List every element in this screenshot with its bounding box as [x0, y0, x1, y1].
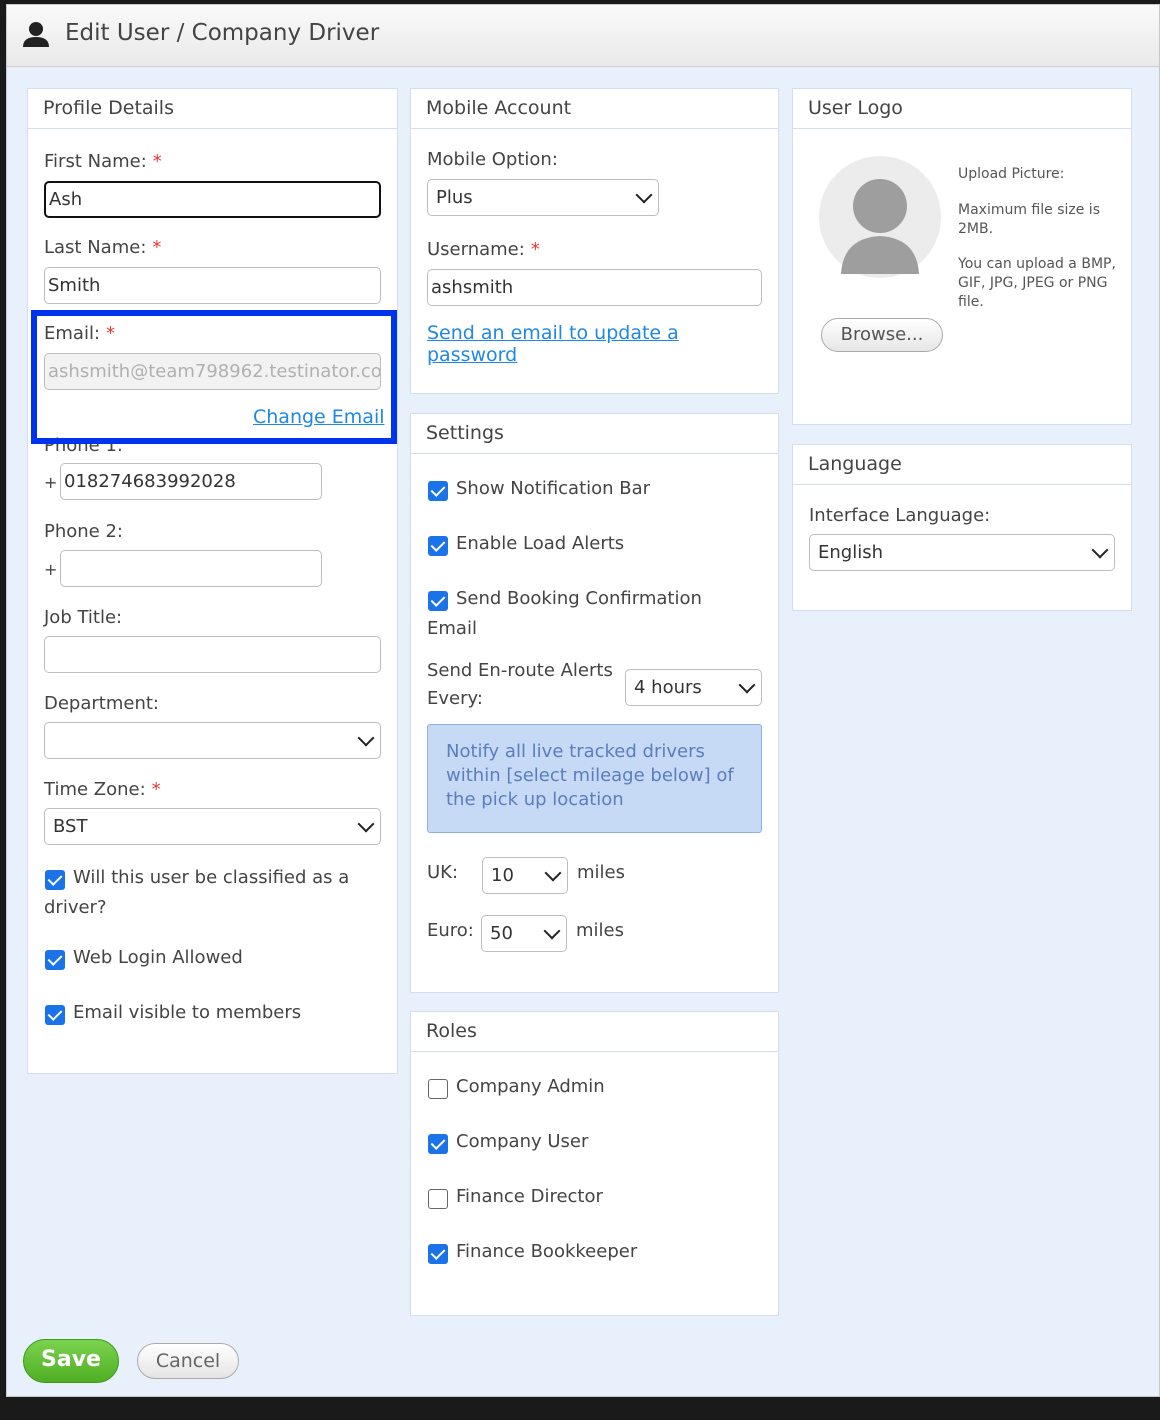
chevron-down-icon	[1091, 541, 1109, 559]
profile-details-heading: Profile Details	[28, 89, 397, 129]
uk-label: UK:	[427, 862, 459, 883]
euro-miles-select[interactable]: 50	[481, 915, 567, 952]
password-reset-link[interactable]: Send an email to update a password	[427, 322, 679, 366]
company-admin-label: Company Admin	[456, 1076, 605, 1097]
username-input[interactable]: ashsmith	[427, 269, 762, 306]
chevron-down-icon	[738, 676, 756, 694]
booking-confirmation-label-cont: Email	[427, 618, 477, 639]
finance-bookkeeper-label: Finance Bookkeeper	[456, 1241, 638, 1262]
roles-panel: Roles Company Admin Company User Finance…	[410, 1011, 779, 1316]
interface-language-label: Interface Language:	[809, 505, 991, 526]
job-title-input[interactable]	[44, 636, 381, 673]
show-notification-checkbox[interactable]	[428, 481, 448, 501]
dialog-titlebar: Edit User / Company Driver	[7, 5, 1159, 67]
department-select[interactable]	[44, 722, 381, 759]
mobile-account-heading: Mobile Account	[411, 89, 778, 129]
web-login-checkbox[interactable]	[45, 950, 65, 970]
settings-panel: Settings Show Notification Bar Enable Lo…	[410, 413, 779, 993]
mobile-option-select[interactable]: Plus	[427, 179, 659, 216]
user-icon	[23, 22, 49, 47]
username-label: Username: *	[427, 239, 540, 260]
roles-heading: Roles	[411, 1012, 778, 1052]
first-name-input[interactable]: Ash	[44, 181, 381, 218]
profile-details-panel: Profile Details First Name: * Ash Last Na…	[27, 88, 398, 1074]
booking-confirmation-checkbox[interactable]	[428, 591, 448, 611]
upload-picture-label: Upload Picture:	[958, 166, 1065, 182]
avatar-placeholder-icon	[819, 156, 941, 278]
language-heading: Language	[793, 445, 1131, 485]
phone2-input[interactable]	[60, 550, 322, 587]
mobile-account-panel: Mobile Account Mobile Option: Plus Usern…	[410, 88, 779, 394]
timezone-label: Time Zone: *	[44, 779, 161, 800]
change-email-link[interactable]: Change Email	[253, 406, 385, 428]
show-notification-label: Show Notification Bar	[456, 478, 651, 499]
chevron-down-icon	[357, 729, 375, 747]
chevron-down-icon	[357, 815, 375, 833]
email-label: Email: *	[44, 323, 116, 344]
dialog-title: Edit User / Company Driver	[65, 20, 380, 46]
cancel-button[interactable]: Cancel	[137, 1343, 239, 1379]
allowed-formats-text: You can upload a BMP, GIF, JPG, JPEG or …	[958, 256, 1116, 310]
email-input: ashsmith@team798962.testinator.co	[44, 353, 381, 390]
department-label: Department:	[44, 693, 159, 714]
chevron-down-icon	[635, 186, 653, 204]
enroute-interval-select[interactable]: 4 hours	[625, 669, 762, 706]
web-login-label: Web Login Allowed	[73, 947, 243, 968]
browse-button[interactable]: Browse...	[821, 318, 943, 352]
euro-miles-unit: miles	[576, 920, 624, 941]
language-panel: Language Interface Language: English	[792, 444, 1132, 611]
phone1-label: Phone 1:	[44, 435, 123, 456]
edit-user-dialog: Edit User / Company Driver Profile Detai…	[6, 4, 1160, 1397]
phone1-input[interactable]: 018274683992028	[60, 463, 322, 500]
enable-load-alerts-checkbox[interactable]	[428, 536, 448, 556]
phone2-prefix: +	[44, 560, 58, 579]
company-user-checkbox[interactable]	[428, 1134, 448, 1154]
user-logo-panel: User Logo Upload Picture: Maximum file s…	[792, 88, 1132, 425]
save-button[interactable]: Save	[23, 1339, 119, 1383]
driver-checkbox[interactable]	[45, 870, 65, 890]
euro-label: Euro:	[427, 920, 474, 941]
finance-director-label: Finance Director	[456, 1186, 603, 1207]
enroute-alerts-label: Send En-route Alerts	[427, 660, 613, 681]
driver-label: Will this user be classified as a	[73, 867, 350, 888]
enroute-alerts-label-cont: Every:	[427, 688, 483, 709]
email-visible-label: Email visible to members	[73, 1002, 302, 1023]
driver-label-cont: driver?	[44, 897, 107, 918]
timezone-select[interactable]: BST	[44, 808, 381, 845]
booking-confirmation-label: Send Booking Confirmation	[456, 588, 702, 609]
interface-language-select[interactable]: English	[809, 534, 1115, 571]
last-name-input[interactable]: Smith	[44, 267, 381, 304]
settings-heading: Settings	[411, 414, 778, 454]
uk-miles-unit: miles	[577, 862, 625, 883]
user-logo-heading: User Logo	[793, 89, 1131, 129]
phone2-label: Phone 2:	[44, 521, 123, 542]
finance-bookkeeper-checkbox[interactable]	[428, 1244, 448, 1264]
mileage-info-box: Notify all live tracked drivers within […	[427, 724, 762, 833]
phone1-prefix: +	[44, 473, 58, 492]
company-user-label: Company User	[456, 1131, 589, 1152]
taskbar-strip	[0, 1397, 1160, 1420]
finance-director-checkbox[interactable]	[428, 1189, 448, 1209]
uk-miles-select[interactable]: 10	[482, 857, 568, 894]
company-admin-checkbox[interactable]	[428, 1079, 448, 1099]
job-title-label: Job Title:	[44, 607, 123, 628]
max-file-size-text: Maximum file size is 2MB.	[958, 202, 1100, 237]
email-visible-checkbox[interactable]	[45, 1005, 65, 1025]
enable-load-alerts-label: Enable Load Alerts	[456, 533, 625, 554]
chevron-down-icon	[544, 864, 562, 882]
chevron-down-icon	[543, 922, 561, 940]
first-name-label: First Name: *	[44, 151, 162, 172]
mobile-option-label: Mobile Option:	[427, 149, 558, 170]
last-name-label: Last Name: *	[44, 237, 162, 258]
